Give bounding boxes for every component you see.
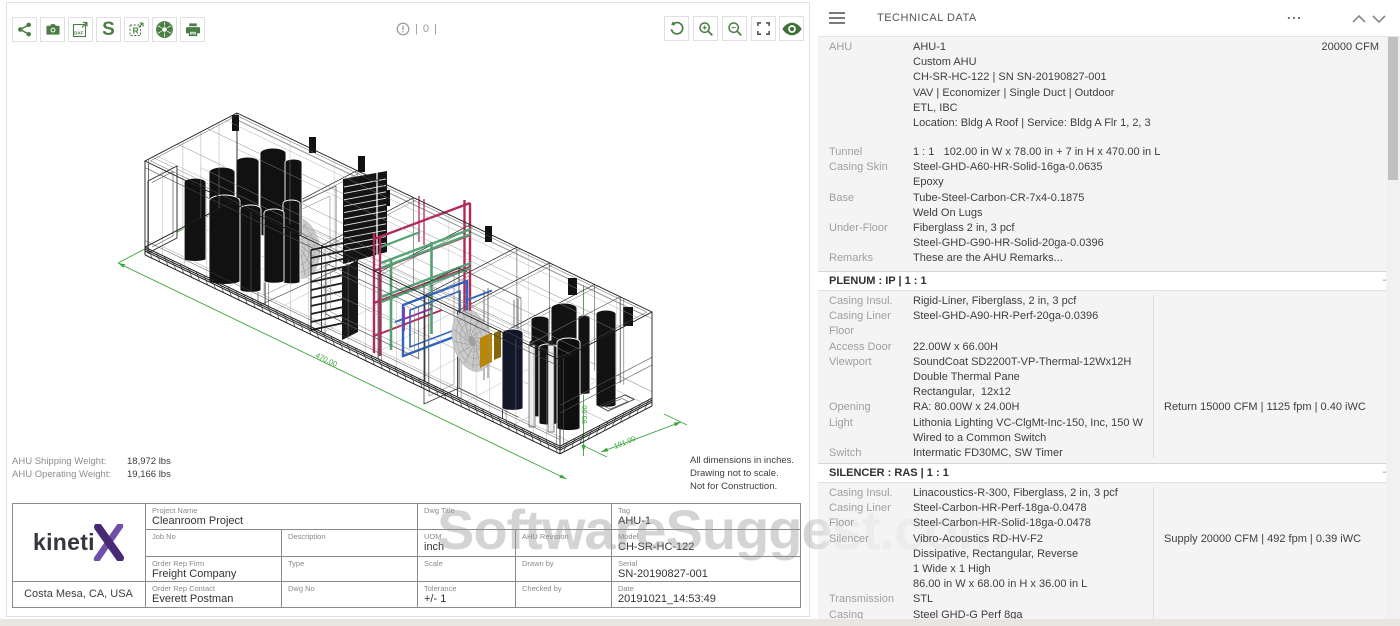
svg-text:470.00: 470.00 xyxy=(314,351,339,369)
svg-text:95.00: 95.00 xyxy=(580,405,589,424)
svg-text:DXF: DXF xyxy=(74,30,83,35)
svg-text:R: R xyxy=(133,26,139,36)
svg-text:191.00: 191.00 xyxy=(612,434,637,451)
